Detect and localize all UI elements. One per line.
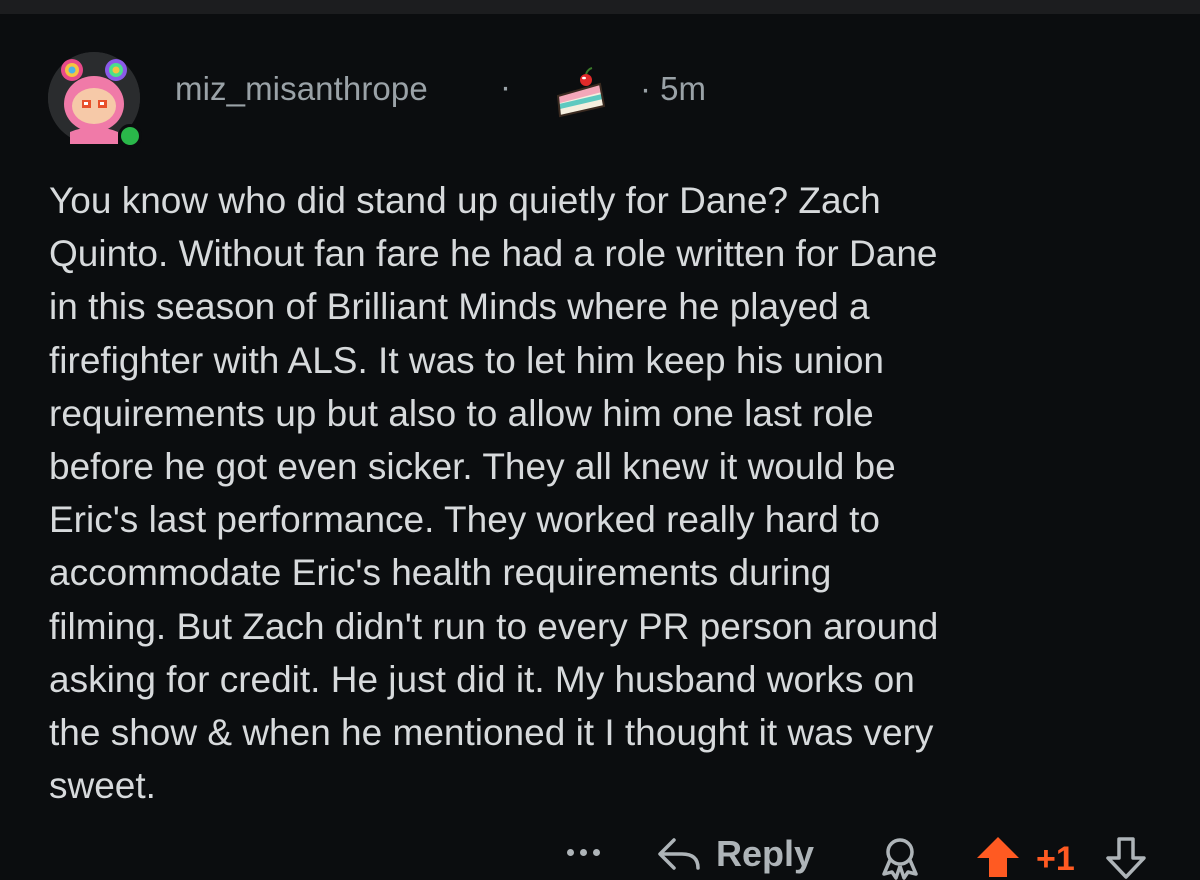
meta-separator: · <box>500 68 511 105</box>
comment-body: You know who did stand up quietly for Da… <box>49 180 939 807</box>
reply-label: Reply <box>716 833 815 874</box>
more-dot <box>566 848 574 856</box>
vote-score: +1 <box>1036 840 1075 878</box>
downvote-arrow-icon[interactable] <box>1104 836 1148 880</box>
more-dot <box>579 848 587 856</box>
reply-button[interactable]: Reply <box>656 830 814 878</box>
upvote-arrow-icon[interactable] <box>975 834 1021 880</box>
cake-day-icon <box>556 67 606 118</box>
award-icon[interactable] <box>878 836 922 880</box>
more-options-icon[interactable] <box>561 842 605 862</box>
comment: miz_misanthrope · · 5m You know who did … <box>0 14 1200 880</box>
more-dot <box>592 848 600 856</box>
reply-arrow-icon <box>658 838 700 870</box>
timestamp: · 5m <box>640 70 706 107</box>
top-divider <box>0 0 1200 14</box>
online-status-dot <box>118 124 142 148</box>
comment-action-bar: Reply +1 <box>0 824 1200 880</box>
username[interactable]: miz_misanthrope <box>175 70 428 108</box>
